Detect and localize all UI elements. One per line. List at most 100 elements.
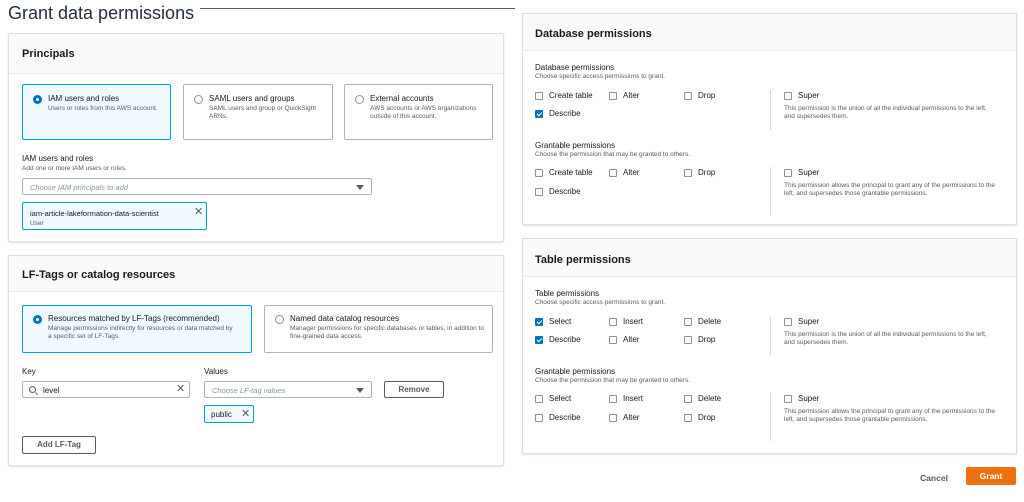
db-describe-checkbox[interactable]: [535, 110, 543, 118]
db-drop-checkbox[interactable]: [684, 92, 692, 100]
grant-button[interactable]: Grant: [966, 467, 1016, 485]
option-iam-users-roles[interactable]: IAM users and roles Users or roles from …: [22, 84, 171, 140]
divider: [770, 90, 771, 130]
db-create-table-label: Create table: [549, 91, 593, 100]
tbl-insert-label: Insert: [623, 317, 644, 326]
clear-key-icon[interactable]: ✕: [176, 384, 185, 395]
key-input[interactable]: level ✕: [22, 381, 190, 398]
tbl-select-label: Select: [549, 317, 572, 326]
db-perms-heading: Database permissions: [535, 28, 652, 40]
db-alter-checkbox[interactable]: [609, 92, 617, 100]
tbl-grant-desc: Choose the permission that may be grante…: [535, 377, 691, 384]
radio-saml[interactable]: [194, 95, 203, 104]
db-drop-label: Drop: [698, 91, 716, 100]
db-grant-desc: Choose the permission that may be grante…: [535, 151, 691, 158]
tbl-drop-label: Drop: [698, 335, 716, 344]
tbl-alter-checkbox[interactable]: [609, 336, 617, 344]
divider: [770, 316, 771, 356]
db-grant-super-checkbox[interactable]: [784, 169, 792, 177]
value-token: public ✕: [204, 405, 254, 423]
radio-lf-tags[interactable]: [33, 315, 42, 324]
option-named-desc: Manager permissions for specific databas…: [290, 325, 485, 340]
divider: [770, 167, 771, 215]
tbl-super-label: Super: [798, 317, 820, 326]
option-lf-tags[interactable]: Resources matched by LF-Tags (recommende…: [22, 305, 252, 353]
chevron-down-icon: [356, 185, 364, 190]
tbl-super-desc: This permission is the union of all the …: [784, 331, 987, 346]
tbl-insert-checkbox[interactable]: [609, 318, 617, 326]
table-permissions-panel: Table permissions Table permissions Choo…: [522, 238, 1017, 454]
lftags-heading: LF-Tags or catalog resources: [22, 269, 176, 281]
remove-button[interactable]: Remove: [384, 381, 444, 398]
tbl-grant-select-checkbox[interactable]: [535, 395, 543, 403]
db-grant-describe-checkbox[interactable]: [535, 188, 543, 196]
tbl-grant-super-label: Super: [798, 394, 820, 403]
db-grant-drop-label: Drop: [698, 168, 716, 177]
option-saml-desc: SAML users and group or QuickSight ARNs.: [209, 105, 317, 120]
chevron-down-icon: [356, 388, 364, 393]
tbl-grant-insert-label: Insert: [623, 394, 644, 403]
option-iam-desc: Users or roles from this AWS account.: [48, 105, 158, 112]
values-label: Values: [204, 367, 228, 376]
db-perm-desc: Choose specific access permissions to gr…: [535, 73, 666, 80]
option-lf-tags-title: Resources matched by LF-Tags (recommende…: [48, 314, 220, 323]
key-label: Key: [22, 367, 36, 376]
option-external-desc: AWS accounts or AWS organizations outsid…: [370, 105, 477, 120]
close-icon[interactable]: ✕: [241, 409, 250, 420]
db-grant-drop-checkbox[interactable]: [684, 169, 692, 177]
option-named-title: Named data catalog resources: [290, 314, 399, 323]
tbl-grant-select-label: Select: [549, 394, 572, 403]
values-select[interactable]: Choose LF-tag values: [204, 381, 372, 398]
tbl-grant-insert-checkbox[interactable]: [609, 395, 617, 403]
db-perm-label: Database permissions: [535, 63, 615, 72]
tbl-grant-alter-label: Alter: [623, 413, 640, 422]
radio-named-resources[interactable]: [275, 315, 284, 324]
cancel-button[interactable]: Cancel: [912, 470, 956, 486]
divider: [770, 393, 771, 441]
option-saml-title: SAML users and groups: [209, 94, 295, 103]
tbl-grant-describe-label: Describe: [549, 413, 581, 422]
principals-panel: Principals IAM users and roles Users or …: [8, 33, 504, 242]
tbl-grant-describe-checkbox[interactable]: [535, 414, 543, 422]
db-super-desc: This permission is the union of all the …: [784, 105, 987, 120]
option-external-accounts[interactable]: External accounts AWS accounts or AWS or…: [344, 84, 493, 140]
db-create-table-checkbox[interactable]: [535, 92, 543, 100]
option-named-resources[interactable]: Named data catalog resources Manager per…: [264, 305, 493, 353]
title-rule: [200, 8, 515, 9]
db-grant-super-label: Super: [798, 168, 820, 177]
radio-external[interactable]: [355, 95, 364, 104]
db-describe-label: Describe: [549, 109, 581, 118]
tbl-grant-alter-checkbox[interactable]: [609, 414, 617, 422]
tbl-drop-checkbox[interactable]: [684, 336, 692, 344]
db-alter-label: Alter: [623, 91, 640, 100]
table-perm-desc: Choose specific access permissions to gr…: [535, 299, 666, 306]
database-permissions-panel: Database permissions Database permission…: [522, 13, 1017, 225]
db-grant-create-table-checkbox[interactable]: [535, 169, 543, 177]
radio-iam[interactable]: [33, 95, 42, 104]
tbl-grant-delete-label: Delete: [698, 394, 722, 403]
key-value: level: [43, 386, 60, 395]
tbl-select-checkbox[interactable]: [535, 318, 543, 326]
principals-heading: Principals: [22, 48, 75, 60]
db-grant-alter-label: Alter: [623, 168, 640, 177]
tbl-super-checkbox[interactable]: [784, 318, 792, 326]
db-grant-create-table-label: Create table: [549, 168, 593, 177]
values-placeholder: Choose LF-tag values: [212, 386, 286, 395]
db-grant-alter-checkbox[interactable]: [609, 169, 617, 177]
iam-principals-select[interactable]: Choose IAM principals to add: [22, 178, 372, 195]
tbl-delete-checkbox[interactable]: [684, 318, 692, 326]
db-super-checkbox[interactable]: [784, 92, 792, 100]
tbl-grant-delete-checkbox[interactable]: [684, 395, 692, 403]
tbl-grant-drop-checkbox[interactable]: [684, 414, 692, 422]
principal-token: iam-article-lakeformation-data-scientist…: [22, 202, 207, 230]
option-lf-tags-desc: Manage permissions indirectly for resour…: [48, 325, 233, 340]
option-saml-users-groups[interactable]: SAML users and groups SAML users and gro…: [183, 84, 333, 140]
tbl-grant-super-checkbox[interactable]: [784, 395, 792, 403]
tbl-describe-checkbox[interactable]: [535, 336, 543, 344]
close-icon[interactable]: ✕: [194, 207, 203, 218]
iam-select-placeholder: Choose IAM principals to add: [30, 183, 128, 192]
principal-token-type: User: [30, 220, 44, 227]
db-grant-label: Grantable permissions: [535, 141, 616, 150]
add-lf-tag-button[interactable]: Add LF-Tag: [22, 436, 96, 454]
db-grant-super-desc: This permission allows the principal to …: [784, 182, 995, 197]
